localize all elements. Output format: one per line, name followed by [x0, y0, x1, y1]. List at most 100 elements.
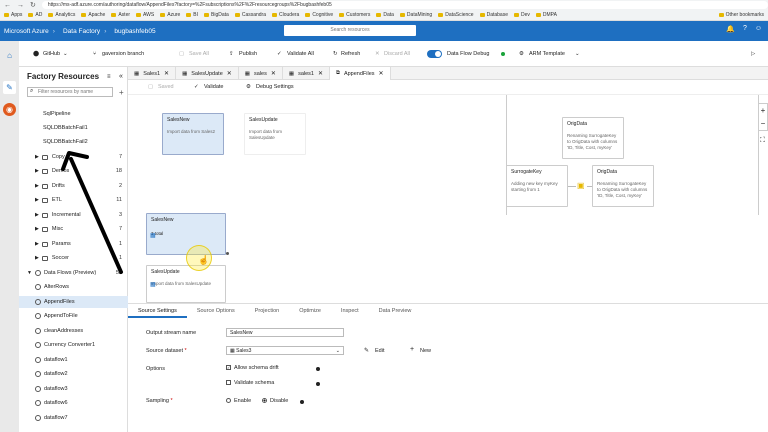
- bookmark[interactable]: Azure: [160, 12, 180, 18]
- bookmark[interactable]: Customers: [339, 12, 370, 18]
- publish-button[interactable]: Publish: [239, 51, 257, 57]
- node-salesupdate-lower[interactable]: SalesUpdate Import data from SalesUpdate: [146, 265, 226, 303]
- menu-icon[interactable]: ≡: [107, 74, 111, 80]
- close-icon[interactable]: ✕: [227, 70, 232, 77]
- refresh-button[interactable]: Refresh: [341, 51, 360, 57]
- node-salesnew[interactable]: SalesNew Import data from Sales2: [162, 113, 224, 155]
- product-name[interactable]: Microsoft Azure: [4, 28, 49, 35]
- factory-name[interactable]: bugbashfeb05: [114, 28, 155, 35]
- chevron-down-icon[interactable]: ⌄: [575, 51, 580, 57]
- bookmark[interactable]: DataScience: [438, 12, 474, 18]
- source-dataset-select[interactable]: ▦ Sales3 ⌄: [226, 346, 344, 355]
- search-input[interactable]: Search resources: [284, 25, 416, 36]
- bookmark[interactable]: BigData: [204, 12, 229, 18]
- branch-selector[interactable]: gaversion branch: [102, 51, 144, 57]
- dataflow-item-selected[interactable]: AppendFiles: [19, 296, 128, 308]
- pencil-icon[interactable]: ✎: [3, 81, 16, 94]
- bookmark[interactable]: Apps: [4, 12, 22, 18]
- output-handle[interactable]: [226, 252, 229, 255]
- save-all-button[interactable]: Save All: [189, 51, 209, 57]
- other-bookmarks[interactable]: Other bookmarks: [718, 12, 764, 18]
- bookmark[interactable]: Database: [479, 12, 508, 18]
- dataflow-item[interactable]: cleanAddresses: [19, 325, 128, 337]
- tab-sales1-lower[interactable]: ▦ sales1 ✕: [283, 67, 331, 80]
- repo-selector[interactable]: GitHub: [43, 51, 60, 57]
- tab-sales1[interactable]: ▦ Sales1 ✕: [128, 67, 177, 80]
- home-icon[interactable]: ⌂: [3, 49, 16, 62]
- list-item[interactable]: SQLDBBatchFail1: [19, 122, 128, 134]
- dataflow-item[interactable]: AlterRows: [19, 281, 128, 293]
- monitor-icon[interactable]: ◉: [3, 103, 16, 116]
- dataflow-item[interactable]: dataflow7: [19, 412, 128, 424]
- close-icon[interactable]: ✕: [271, 70, 276, 77]
- dataflow-item[interactable]: dataflow1: [19, 354, 128, 366]
- bookmark[interactable]: Data: [376, 12, 394, 18]
- node-origdata-top[interactable]: OrigData Renaming SurrogateKey to OrigDa…: [562, 117, 624, 159]
- bookmark[interactable]: Cassandra: [234, 12, 266, 18]
- validate-button[interactable]: Validate: [204, 84, 223, 90]
- notification-icon[interactable]: 🔔: [726, 25, 735, 33]
- dataflow-item[interactable]: Currency Converter1: [19, 339, 128, 351]
- validate-all-button[interactable]: Validate All: [287, 51, 314, 57]
- zoom-in-icon[interactable]: +: [759, 104, 767, 117]
- play-icon[interactable]: ▷: [751, 51, 755, 57]
- bookmark[interactable]: Cognitive: [305, 12, 333, 18]
- node-salesnew-selected[interactable]: SalesNew 3 total: [146, 213, 226, 255]
- bookmark[interactable]: Apache: [81, 12, 105, 18]
- bookmark[interactable]: Dev: [513, 12, 530, 18]
- chevron-down-icon[interactable]: ⌄: [63, 51, 68, 57]
- url-field[interactable]: https://ms-adf.azure.com/authoring/dataf…: [41, 1, 768, 9]
- node-surrogatekey[interactable]: SurrogateKey Adding new key myKey starti…: [506, 165, 568, 207]
- fit-icon[interactable]: ⛶: [760, 137, 765, 145]
- discard-all-button[interactable]: Discard All: [384, 51, 410, 57]
- info-icon[interactable]: [300, 400, 304, 404]
- dataflow-item[interactable]: dataflow2: [19, 368, 128, 380]
- info-icon[interactable]: [316, 382, 320, 386]
- dataflow-item[interactable]: dataflow3: [19, 383, 128, 395]
- list-item[interactable]: SqlPipeline: [19, 108, 128, 120]
- tab-salesupdate[interactable]: ▦ SalesUpdate ✕: [176, 67, 239, 80]
- dataflow-item[interactable]: AppendToFile: [19, 310, 128, 322]
- close-icon[interactable]: ✕: [379, 70, 384, 77]
- bookmark[interactable]: DataMining: [399, 12, 432, 18]
- sampling-enable-radio[interactable]: Enable: [226, 398, 251, 404]
- bookmark[interactable]: Aster: [111, 12, 130, 18]
- debug-settings-button[interactable]: Debug Settings: [256, 84, 294, 90]
- node-origdata-mid[interactable]: OrigData Renaming SurrogateKey to OrigDa…: [592, 165, 654, 207]
- help-icon[interactable]: ?: [743, 25, 747, 33]
- bookmark[interactable]: Cloudera: [272, 12, 299, 18]
- zoom-out-icon[interactable]: −: [759, 117, 767, 130]
- info-icon[interactable]: [316, 367, 320, 371]
- output-stream-input[interactable]: SalesNew: [226, 328, 344, 337]
- close-icon[interactable]: ✕: [164, 70, 169, 77]
- reload-icon[interactable]: ↻: [30, 1, 36, 9]
- bookmark[interactable]: Analytics: [48, 12, 75, 18]
- validate-schema-checkbox[interactable]: Validate schema: [226, 380, 274, 386]
- tab-source-settings[interactable]: Source Settings: [128, 304, 187, 318]
- bookmark[interactable]: AD: [28, 12, 42, 18]
- new-button[interactable]: New: [420, 348, 431, 354]
- allow-schema-drift-checkbox[interactable]: ✓ Allow schema drift: [226, 365, 279, 371]
- close-icon[interactable]: ✕: [318, 70, 323, 77]
- tab-data-preview[interactable]: Data Preview: [369, 304, 422, 318]
- back-icon[interactable]: ←: [4, 2, 11, 9]
- dataflow-item[interactable]: dataflow6: [19, 397, 128, 409]
- forward-icon[interactable]: →: [17, 2, 24, 9]
- node-salesupdate[interactable]: SalesUpdate Import data from SalesUpdate: [244, 113, 306, 155]
- dataflow-canvas[interactable]: SalesNew Import data from Sales2 SalesUp…: [128, 95, 768, 303]
- feedback-icon[interactable]: ☺: [755, 25, 762, 33]
- tab-sales[interactable]: ▦ sales ✕: [239, 67, 283, 80]
- bookmark[interactable]: AWS: [136, 12, 154, 18]
- bookmark[interactable]: DMPA: [535, 12, 557, 18]
- tab-projection[interactable]: Projection: [245, 304, 289, 318]
- tab-source-options[interactable]: Source Options: [187, 304, 245, 318]
- tab-appendfiles[interactable]: ⧉ AppendFiles ✕: [330, 67, 391, 80]
- service-name[interactable]: Data Factory: [63, 28, 100, 35]
- tab-optimize[interactable]: Optimize: [289, 304, 331, 318]
- sampling-disable-radio[interactable]: Disable: [262, 398, 288, 404]
- filter-input[interactable]: Filter resources by name: [27, 87, 113, 97]
- arm-template-button[interactable]: ARM Template: [529, 51, 565, 57]
- collapse-icon[interactable]: «: [119, 73, 123, 80]
- bookmark[interactable]: BI: [186, 12, 198, 18]
- edit-button[interactable]: Edit: [375, 348, 384, 354]
